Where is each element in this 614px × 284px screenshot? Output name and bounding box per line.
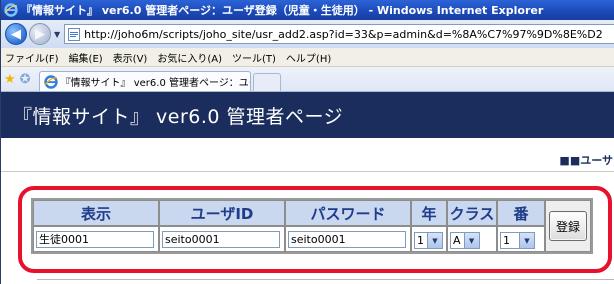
menu-help[interactable]: ヘルプ(H): [282, 50, 337, 65]
back-arrow-icon: ◀: [11, 26, 21, 42]
user-strip-label[interactable]: ■■ユーサ: [559, 152, 613, 168]
url-field[interactable]: http://joho6m/scripts/joho_site/usr_add2…: [64, 24, 614, 44]
ie-icon: [4, 3, 18, 17]
tab-ie-icon: [43, 74, 58, 89]
cell-class: A ▼: [447, 226, 497, 252]
site-header: 『情報サイト』 ver6.0 管理者ページ: [1, 92, 614, 138]
header-display: 表示: [33, 200, 159, 226]
window-title: 『情報サイト』 ver6.0 管理者ページ：ユーザ登録（児童・生徒用） - Wi…: [21, 4, 544, 17]
cell-user-id: seito0001: [159, 226, 285, 252]
cell-year: 1 ▼: [411, 226, 447, 252]
menu-tools[interactable]: ツール(T): [228, 50, 282, 65]
forward-button[interactable]: ▶: [29, 23, 51, 45]
year-value: 1: [417, 234, 424, 247]
tab-current[interactable]: 『情報サイト』 ver6.0 管理者ページ：ユーザ登録（児...: [38, 71, 251, 91]
class-select[interactable]: A ▼: [450, 232, 480, 249]
header-number: 番: [497, 200, 545, 226]
password-input[interactable]: seito0001: [288, 230, 406, 248]
url-text: http://joho6m/scripts/joho_site/usr_add2…: [84, 27, 603, 41]
tab-label: 『情報サイト』 ver6.0 管理者ページ：ユーザ登録（児...: [60, 78, 250, 89]
cell-password: seito0001: [285, 226, 411, 252]
header-password: パスワード: [285, 200, 411, 226]
table-input-row: 生徒0001 seito0001 seito0001 1 ▼ A ▼ 1 ▼: [33, 226, 591, 252]
cell-display: 生徒0001: [33, 226, 159, 252]
display-name-input[interactable]: 生徒0001: [36, 230, 154, 248]
user-id-input[interactable]: seito0001: [162, 230, 280, 248]
header-year: 年: [411, 200, 447, 226]
year-select[interactable]: 1 ▼: [414, 232, 443, 249]
header-class: クラス: [447, 200, 497, 226]
class-value: A: [453, 234, 461, 247]
back-button[interactable]: ◀: [5, 23, 27, 45]
header-user-id: ユーザID: [159, 200, 285, 226]
favorites-bar: ★ ✪ 『情報サイト』 ver6.0 管理者ページ：ユーザ登録（児...: [1, 67, 614, 92]
bottom-divider: [37, 279, 614, 280]
number-dropdown-icon[interactable]: ▼: [519, 233, 534, 248]
page-icon: [68, 27, 81, 41]
register-button[interactable]: 登録: [549, 211, 587, 241]
number-value: 1: [503, 234, 510, 247]
number-select[interactable]: 1 ▼: [500, 232, 535, 249]
user-strip: ■■ユーサ: [1, 152, 614, 168]
year-dropdown-icon[interactable]: ▼: [427, 233, 442, 248]
menu-edit[interactable]: 編集(E): [65, 50, 109, 65]
menu-file[interactable]: ファイル(F): [1, 50, 65, 65]
browser-window: 『情報サイト』 ver6.0 管理者ページ：ユーザ登録（児童・生徒用） - Wi…: [0, 0, 614, 284]
forward-arrow-icon: ▶: [35, 26, 45, 42]
title-bar: 『情報サイト』 ver6.0 管理者ページ：ユーザ登録（児童・生徒用） - Wi…: [1, 0, 614, 20]
add-favorites-icon[interactable]: ✪: [20, 72, 31, 87]
menu-favorites[interactable]: お気に入り(A): [153, 50, 228, 65]
favorites-star-icon[interactable]: ★: [4, 72, 16, 87]
menu-bar: ファイル(F) 編集(E) 表示(V) お気に入り(A) ツール(T) ヘルプ(…: [1, 48, 614, 67]
menu-view[interactable]: 表示(V): [109, 50, 154, 65]
register-cell: 登録: [545, 200, 591, 252]
new-tab-button[interactable]: [252, 73, 281, 91]
site-header-title: 『情報サイト』 ver6.0 管理者ページ: [13, 105, 344, 128]
history-dropdown-icon[interactable]: ▼: [54, 30, 60, 39]
address-bar: ◀ ▶ ▼ http://joho6m/scripts/joho_site/us…: [1, 20, 614, 48]
divider: [1, 171, 614, 172]
table-header-row: 表示 ユーザID パスワード 年 クラス 番 登録: [33, 200, 591, 252]
class-dropdown-icon[interactable]: ▼: [463, 233, 479, 248]
user-registration-form: 表示 ユーザID パスワード 年 クラス 番 登録 生徒0001 seito00…: [31, 198, 593, 254]
cell-number: 1 ▼: [497, 226, 545, 252]
registration-table: 表示 ユーザID パスワード 年 クラス 番 登録 生徒0001 seito00…: [31, 198, 593, 254]
